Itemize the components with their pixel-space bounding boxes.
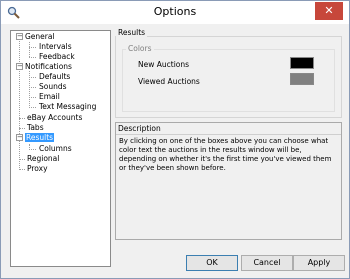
description-text: By clicking on one of the boxes above yo…: [119, 137, 332, 172]
tree-item-sounds[interactable]: Sounds: [39, 82, 67, 92]
close-icon: ✕: [324, 4, 334, 17]
tree-item-label: Notifications: [25, 62, 72, 71]
new-auctions-color-swatch[interactable]: [290, 57, 314, 69]
tree-item-label: General: [25, 32, 55, 41]
tree-item-text-messaging[interactable]: Text Messaging: [39, 102, 96, 112]
tree-item-label: Intervals: [39, 42, 72, 51]
collapse-toggle-general[interactable]: −: [16, 33, 23, 40]
cancel-button[interactable]: Cancel: [241, 255, 293, 271]
tree-item-label: Tabs: [27, 123, 44, 132]
tree-item-label: Regional: [27, 154, 60, 163]
window-title: Options: [153, 5, 197, 18]
options-tree[interactable]: − General Intervals Feedback − Notificat…: [10, 30, 111, 267]
tree-item-label: Results: [25, 133, 55, 142]
new-auctions-label: New Auctions: [138, 60, 190, 69]
tree-item-intervals[interactable]: Intervals: [39, 42, 72, 52]
tree-item-label: eBay Accounts: [27, 113, 83, 122]
collapse-toggle-results[interactable]: −: [16, 134, 23, 141]
close-button[interactable]: ✕: [315, 2, 343, 20]
apply-button[interactable]: Apply: [293, 255, 345, 271]
tree-item-columns[interactable]: Columns: [39, 144, 72, 154]
colors-group-title: Colors: [126, 44, 154, 53]
ok-button[interactable]: OK: [186, 255, 238, 271]
collapse-toggle-notifications[interactable]: −: [16, 63, 23, 70]
tree-item-results[interactable]: Results: [25, 133, 55, 143]
tree-item-notifications[interactable]: Notifications: [25, 62, 72, 72]
tree-item-label: Feedback: [39, 52, 75, 61]
tree-item-email[interactable]: Email: [39, 92, 60, 102]
description-panel: Description By clicking on one of the bo…: [115, 122, 342, 240]
tree-item-feedback[interactable]: Feedback: [39, 52, 75, 62]
description-title: Description: [116, 123, 341, 135]
viewed-auctions-color-swatch[interactable]: [290, 73, 314, 85]
tree-item-ebay-accounts[interactable]: eBay Accounts: [27, 113, 82, 123]
tree-item-label: Text Messaging: [39, 102, 97, 111]
tree-item-label: Columns: [39, 144, 72, 153]
title-bar[interactable]: Options ✕: [1, 1, 349, 24]
viewed-auctions-label: Viewed Auctions: [138, 77, 200, 86]
tree-item-label: Defaults: [39, 72, 71, 81]
tree-item-label: Sounds: [39, 82, 67, 91]
options-dialog: Options ✕ − General Intervals Feedback −…: [0, 0, 350, 279]
tree-item-tabs[interactable]: Tabs: [27, 123, 44, 133]
tree-item-regional[interactable]: Regional: [27, 154, 59, 164]
results-group-title: Results: [116, 28, 148, 37]
tree-item-defaults[interactable]: Defaults: [39, 72, 70, 82]
tree-item-label: Proxy: [27, 164, 48, 173]
tree-item-general[interactable]: General: [25, 32, 55, 42]
tree-item-label: Email: [39, 92, 60, 101]
tree-item-proxy[interactable]: Proxy: [27, 164, 48, 174]
